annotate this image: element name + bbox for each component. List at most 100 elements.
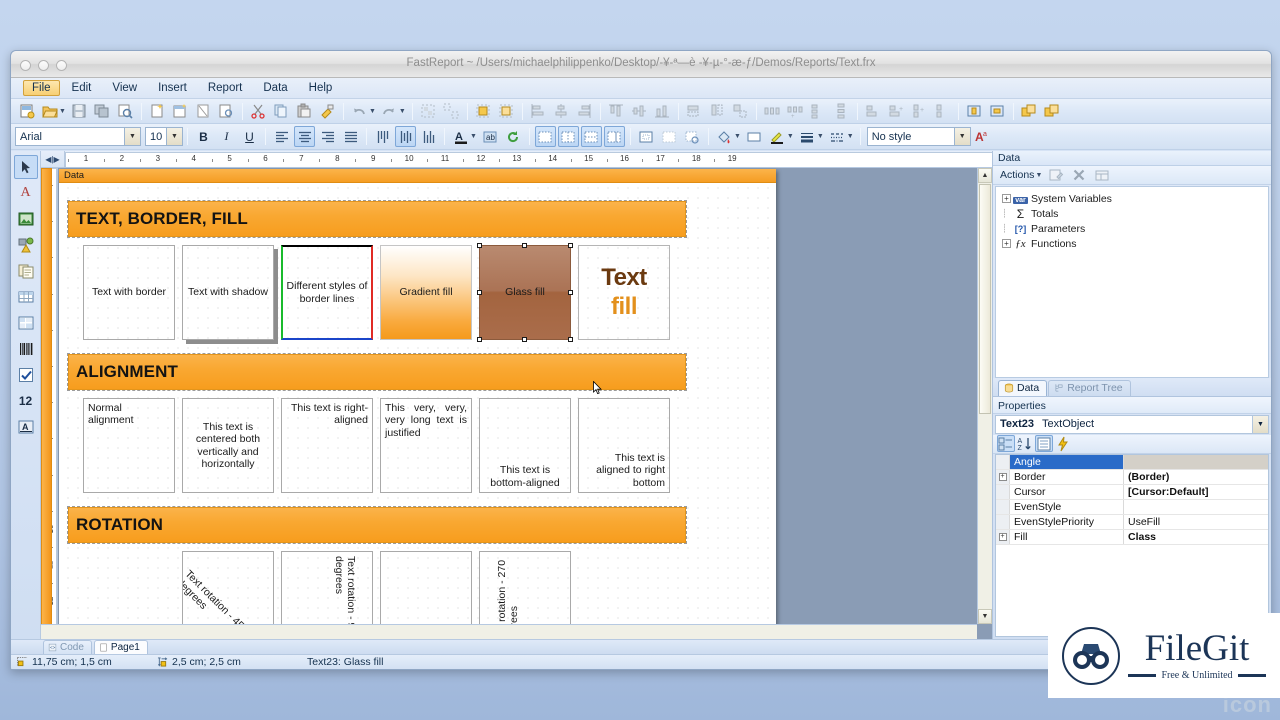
property-row-evenstyle[interactable]: EvenStyle (996, 500, 1268, 515)
matrix-object-tool[interactable] (14, 311, 38, 335)
copy-object-icon[interactable] (1042, 101, 1063, 122)
copy-icon[interactable] (271, 101, 292, 122)
border-all-icon[interactable] (636, 126, 657, 147)
center-v-plus-icon[interactable]: + (909, 101, 930, 122)
tree-item-system-variables[interactable]: + var System Variables (998, 191, 1266, 206)
table-style-3-icon[interactable] (581, 126, 602, 147)
line-style-caret[interactable]: ▼ (847, 133, 854, 140)
scroll-down-arrow-icon[interactable]: ▼ (978, 609, 992, 624)
center-vertically-icon[interactable] (932, 101, 953, 122)
same-size-icon[interactable] (730, 101, 751, 122)
select-tool[interactable] (14, 155, 38, 179)
font-color-icon[interactable]: A (450, 126, 471, 147)
table-style-1-icon[interactable] (535, 126, 556, 147)
menu-view[interactable]: View (103, 80, 146, 96)
style-caret[interactable]: ▼ (954, 128, 970, 145)
alphabetical-icon[interactable]: AZ (1016, 435, 1034, 452)
different-border-styles[interactable]: Different styles of border lines (281, 245, 373, 340)
property-row-angle[interactable]: Angle (996, 455, 1268, 470)
resize-handle-se[interactable] (568, 337, 573, 342)
new-report-icon[interactable] (16, 101, 37, 122)
line-style-icon[interactable] (827, 126, 848, 147)
text-with-border[interactable]: Text with border (83, 245, 175, 340)
reset-icon[interactable] (503, 126, 524, 147)
datasource-wizard-icon[interactable] (1091, 165, 1112, 186)
text-object-tool[interactable]: A (14, 181, 38, 205)
bring-to-front-icon[interactable] (473, 101, 494, 122)
font-name-combo[interactable]: Arial ▼ (15, 127, 141, 146)
tab-page1[interactable]: Page1 (94, 640, 148, 654)
property-value[interactable]: UseFill (1124, 515, 1268, 529)
undo-dropdown-caret[interactable]: ▼ (369, 108, 376, 115)
resize-handle-sw[interactable] (477, 337, 482, 342)
tree-item-totals[interactable]: ┊ Σ Totals (998, 206, 1266, 221)
bold-icon[interactable]: B (193, 126, 214, 147)
events-icon[interactable] (1054, 435, 1072, 452)
text-rotation-icon[interactable]: ab (480, 126, 501, 147)
picture-object-tool[interactable] (14, 207, 38, 231)
fill-color-caret[interactable]: ▼ (734, 133, 741, 140)
underline-icon[interactable]: U (239, 126, 260, 147)
highlight-caret[interactable]: ▼ (787, 133, 794, 140)
expand-icon[interactable]: + (999, 473, 1007, 481)
align-right-icon[interactable] (574, 101, 595, 122)
fit-icon[interactable] (987, 101, 1008, 122)
same-width-icon[interactable] (684, 101, 705, 122)
new-dialog-icon[interactable] (170, 101, 191, 122)
style-combo[interactable]: No style ▼ (867, 127, 971, 146)
valign-top-icon[interactable] (372, 126, 393, 147)
space-vertical-icon[interactable] (831, 101, 852, 122)
ungroup-icon[interactable] (441, 101, 462, 122)
justified[interactable]: This very, very, very long text is justi… (380, 398, 472, 493)
report-designer[interactable]: ◀|▶ 12345678910111213141516171819 123456… (41, 151, 992, 639)
paste-icon[interactable] (294, 101, 315, 122)
expand-icon[interactable]: + (1002, 194, 1011, 203)
text-with-shadow[interactable]: Text with shadow (182, 245, 274, 340)
centered-both[interactable]: This text is centered both vertically an… (182, 398, 274, 493)
align-top-icon[interactable] (606, 101, 627, 122)
report-page[interactable]: Data TEXT, BORDER, FILL Text with border… (59, 169, 776, 639)
gradient-fill[interactable]: Gradient fill (380, 245, 472, 340)
ruler-nav-icon[interactable]: ◀|▶ (41, 151, 65, 168)
section-title-text-border-fill[interactable]: TEXT, BORDER, FILL (68, 201, 686, 237)
new-page-icon[interactable] (147, 101, 168, 122)
align-justify-icon[interactable] (340, 126, 361, 147)
vertical-scroll-thumb[interactable] (979, 184, 991, 414)
rich-text-object-tool[interactable] (14, 259, 38, 283)
categorized-icon[interactable] (997, 435, 1015, 452)
undo-icon[interactable] (349, 101, 370, 122)
duplicate-icon[interactable] (1019, 101, 1040, 122)
property-value[interactable]: [Cursor:Default] (1124, 485, 1268, 499)
text-fill[interactable]: Text fill (578, 245, 670, 340)
open-report-icon[interactable] (39, 101, 60, 122)
properties-grid[interactable]: Angle + Border (Border) Cursor [Cursor:D… (995, 454, 1269, 638)
font-size-combo[interactable]: 10 ▼ (145, 127, 183, 146)
tab-report-tree[interactable]: Report Tree (1048, 380, 1130, 396)
edit-datasource-icon[interactable] (1045, 165, 1066, 186)
resize-handle-w[interactable] (477, 290, 482, 295)
align-left-icon[interactable] (271, 126, 292, 147)
tab-code[interactable]: <> Code (43, 640, 92, 654)
preview-icon[interactable] (115, 101, 136, 122)
zipcode-object-tool[interactable]: A (14, 415, 38, 439)
highlight-icon[interactable] (767, 126, 788, 147)
page-settings-icon[interactable] (216, 101, 237, 122)
open-dropdown-caret[interactable]: ▼ (59, 108, 66, 115)
save-report-icon[interactable] (69, 101, 90, 122)
format-painter-icon[interactable] (317, 101, 338, 122)
delete-icon[interactable] (1068, 165, 1089, 186)
align-right-icon[interactable] (317, 126, 338, 147)
menu-report[interactable]: Report (199, 80, 252, 96)
barcode-object-tool[interactable] (14, 337, 38, 361)
scroll-up-arrow-icon[interactable]: ▲ (978, 168, 992, 183)
table-object-tool[interactable] (14, 285, 38, 309)
font-name-caret[interactable]: ▼ (124, 128, 140, 145)
property-row-border[interactable]: + Border (Border) (996, 470, 1268, 485)
space-horizontal-icon[interactable] (762, 101, 783, 122)
property-value[interactable] (1124, 455, 1268, 469)
group-icon[interactable] (418, 101, 439, 122)
glass-fill[interactable]: Glass fill (479, 245, 571, 340)
fill-color-icon[interactable] (714, 126, 735, 147)
property-row-cursor[interactable]: Cursor [Cursor:Default] (996, 485, 1268, 500)
border-edit-icon[interactable] (682, 126, 703, 147)
